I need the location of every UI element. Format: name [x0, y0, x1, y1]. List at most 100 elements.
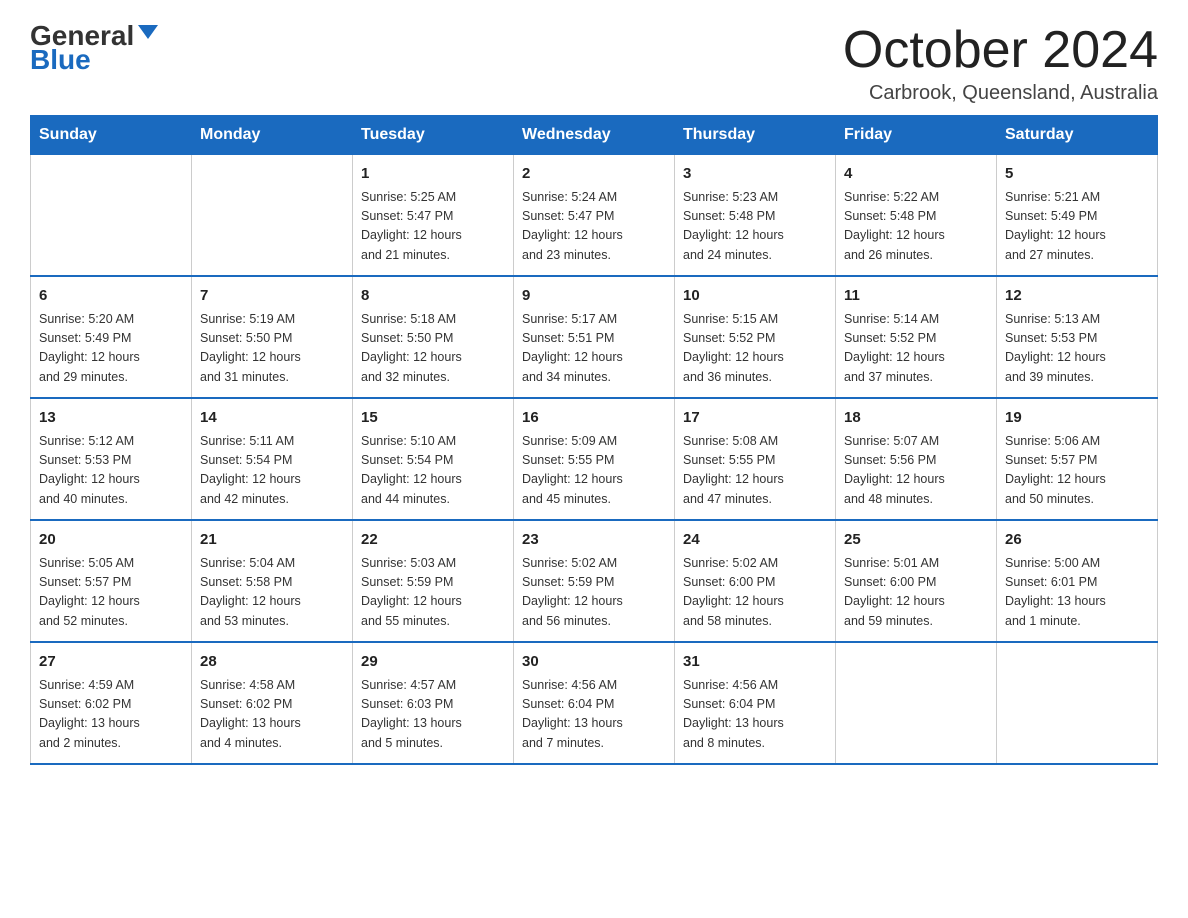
calendar-title: October 2024: [843, 20, 1158, 80]
calendar-table: SundayMondayTuesdayWednesdayThursdayFrid…: [30, 115, 1158, 765]
logo: General Blue: [30, 20, 158, 76]
calendar-week-row: 27Sunrise: 4:59 AM Sunset: 6:02 PM Dayli…: [31, 642, 1158, 764]
calendar-cell: 25Sunrise: 5:01 AM Sunset: 6:00 PM Dayli…: [836, 520, 997, 642]
day-info: Sunrise: 5:02 AM Sunset: 5:59 PM Dayligh…: [522, 554, 666, 632]
calendar-cell: 28Sunrise: 4:58 AM Sunset: 6:02 PM Dayli…: [192, 642, 353, 764]
day-number: 30: [522, 651, 666, 674]
day-info: Sunrise: 5:04 AM Sunset: 5:58 PM Dayligh…: [200, 554, 344, 632]
calendar-cell: 3Sunrise: 5:23 AM Sunset: 5:48 PM Daylig…: [675, 155, 836, 277]
calendar-header-row: SundayMondayTuesdayWednesdayThursdayFrid…: [31, 116, 1158, 155]
day-info: Sunrise: 5:11 AM Sunset: 5:54 PM Dayligh…: [200, 432, 344, 510]
day-number: 15: [361, 407, 505, 430]
calendar-cell: 19Sunrise: 5:06 AM Sunset: 5:57 PM Dayli…: [997, 398, 1158, 520]
day-number: 25: [844, 529, 988, 552]
calendar-cell: 8Sunrise: 5:18 AM Sunset: 5:50 PM Daylig…: [353, 276, 514, 398]
day-info: Sunrise: 5:12 AM Sunset: 5:53 PM Dayligh…: [39, 432, 183, 510]
day-info: Sunrise: 5:00 AM Sunset: 6:01 PM Dayligh…: [1005, 554, 1149, 632]
calendar-cell: 1Sunrise: 5:25 AM Sunset: 5:47 PM Daylig…: [353, 155, 514, 277]
calendar-cell: 2Sunrise: 5:24 AM Sunset: 5:47 PM Daylig…: [514, 155, 675, 277]
day-number: 6: [39, 285, 183, 308]
calendar-cell: 4Sunrise: 5:22 AM Sunset: 5:48 PM Daylig…: [836, 155, 997, 277]
day-info: Sunrise: 5:05 AM Sunset: 5:57 PM Dayligh…: [39, 554, 183, 632]
day-number: 31: [683, 651, 827, 674]
calendar-cell: 7Sunrise: 5:19 AM Sunset: 5:50 PM Daylig…: [192, 276, 353, 398]
day-number: 13: [39, 407, 183, 430]
day-number: 27: [39, 651, 183, 674]
day-number: 18: [844, 407, 988, 430]
calendar-cell: 27Sunrise: 4:59 AM Sunset: 6:02 PM Dayli…: [31, 642, 192, 764]
calendar-cell: [192, 155, 353, 277]
col-header-tuesday: Tuesday: [353, 116, 514, 155]
calendar-cell: 18Sunrise: 5:07 AM Sunset: 5:56 PM Dayli…: [836, 398, 997, 520]
day-info: Sunrise: 5:18 AM Sunset: 5:50 PM Dayligh…: [361, 310, 505, 388]
day-info: Sunrise: 5:08 AM Sunset: 5:55 PM Dayligh…: [683, 432, 827, 510]
col-header-monday: Monday: [192, 116, 353, 155]
day-info: Sunrise: 5:21 AM Sunset: 5:49 PM Dayligh…: [1005, 188, 1149, 266]
day-info: Sunrise: 5:14 AM Sunset: 5:52 PM Dayligh…: [844, 310, 988, 388]
day-info: Sunrise: 4:57 AM Sunset: 6:03 PM Dayligh…: [361, 676, 505, 754]
day-info: Sunrise: 5:24 AM Sunset: 5:47 PM Dayligh…: [522, 188, 666, 266]
day-info: Sunrise: 4:59 AM Sunset: 6:02 PM Dayligh…: [39, 676, 183, 754]
calendar-cell: 14Sunrise: 5:11 AM Sunset: 5:54 PM Dayli…: [192, 398, 353, 520]
day-number: 2: [522, 163, 666, 186]
calendar-cell: 13Sunrise: 5:12 AM Sunset: 5:53 PM Dayli…: [31, 398, 192, 520]
day-info: Sunrise: 5:10 AM Sunset: 5:54 PM Dayligh…: [361, 432, 505, 510]
calendar-week-row: 13Sunrise: 5:12 AM Sunset: 5:53 PM Dayli…: [31, 398, 1158, 520]
calendar-cell: 22Sunrise: 5:03 AM Sunset: 5:59 PM Dayli…: [353, 520, 514, 642]
day-info: Sunrise: 5:01 AM Sunset: 6:00 PM Dayligh…: [844, 554, 988, 632]
col-header-thursday: Thursday: [675, 116, 836, 155]
day-number: 28: [200, 651, 344, 674]
calendar-cell: 29Sunrise: 4:57 AM Sunset: 6:03 PM Dayli…: [353, 642, 514, 764]
calendar-week-row: 1Sunrise: 5:25 AM Sunset: 5:47 PM Daylig…: [31, 155, 1158, 277]
day-info: Sunrise: 4:56 AM Sunset: 6:04 PM Dayligh…: [683, 676, 827, 754]
day-number: 19: [1005, 407, 1149, 430]
calendar-cell: 30Sunrise: 4:56 AM Sunset: 6:04 PM Dayli…: [514, 642, 675, 764]
calendar-cell: 17Sunrise: 5:08 AM Sunset: 5:55 PM Dayli…: [675, 398, 836, 520]
calendar-week-row: 6Sunrise: 5:20 AM Sunset: 5:49 PM Daylig…: [31, 276, 1158, 398]
calendar-cell: 9Sunrise: 5:17 AM Sunset: 5:51 PM Daylig…: [514, 276, 675, 398]
day-number: 10: [683, 285, 827, 308]
day-info: Sunrise: 5:23 AM Sunset: 5:48 PM Dayligh…: [683, 188, 827, 266]
day-info: Sunrise: 5:13 AM Sunset: 5:53 PM Dayligh…: [1005, 310, 1149, 388]
day-number: 9: [522, 285, 666, 308]
day-info: Sunrise: 5:06 AM Sunset: 5:57 PM Dayligh…: [1005, 432, 1149, 510]
day-info: Sunrise: 4:58 AM Sunset: 6:02 PM Dayligh…: [200, 676, 344, 754]
logo-blue-text: Blue: [30, 44, 91, 76]
title-block: October 2024 Carbrook, Queensland, Austr…: [843, 20, 1158, 105]
day-number: 23: [522, 529, 666, 552]
calendar-cell: 12Sunrise: 5:13 AM Sunset: 5:53 PM Dayli…: [997, 276, 1158, 398]
day-number: 7: [200, 285, 344, 308]
calendar-cell: 15Sunrise: 5:10 AM Sunset: 5:54 PM Dayli…: [353, 398, 514, 520]
calendar-cell: 26Sunrise: 5:00 AM Sunset: 6:01 PM Dayli…: [997, 520, 1158, 642]
day-number: 29: [361, 651, 505, 674]
day-info: Sunrise: 5:17 AM Sunset: 5:51 PM Dayligh…: [522, 310, 666, 388]
logo-triangle-icon: [138, 25, 158, 39]
calendar-cell: 11Sunrise: 5:14 AM Sunset: 5:52 PM Dayli…: [836, 276, 997, 398]
calendar-cell: 10Sunrise: 5:15 AM Sunset: 5:52 PM Dayli…: [675, 276, 836, 398]
calendar-cell: 21Sunrise: 5:04 AM Sunset: 5:58 PM Dayli…: [192, 520, 353, 642]
calendar-cell: 20Sunrise: 5:05 AM Sunset: 5:57 PM Dayli…: [31, 520, 192, 642]
page-header: General Blue October 2024 Carbrook, Quee…: [30, 20, 1158, 105]
day-info: Sunrise: 4:56 AM Sunset: 6:04 PM Dayligh…: [522, 676, 666, 754]
day-number: 20: [39, 529, 183, 552]
col-header-wednesday: Wednesday: [514, 116, 675, 155]
day-info: Sunrise: 5:22 AM Sunset: 5:48 PM Dayligh…: [844, 188, 988, 266]
calendar-week-row: 20Sunrise: 5:05 AM Sunset: 5:57 PM Dayli…: [31, 520, 1158, 642]
day-number: 4: [844, 163, 988, 186]
day-info: Sunrise: 5:02 AM Sunset: 6:00 PM Dayligh…: [683, 554, 827, 632]
day-number: 11: [844, 285, 988, 308]
day-info: Sunrise: 5:25 AM Sunset: 5:47 PM Dayligh…: [361, 188, 505, 266]
day-number: 24: [683, 529, 827, 552]
calendar-cell: 24Sunrise: 5:02 AM Sunset: 6:00 PM Dayli…: [675, 520, 836, 642]
calendar-cell: 16Sunrise: 5:09 AM Sunset: 5:55 PM Dayli…: [514, 398, 675, 520]
day-number: 26: [1005, 529, 1149, 552]
day-number: 1: [361, 163, 505, 186]
day-number: 5: [1005, 163, 1149, 186]
day-number: 14: [200, 407, 344, 430]
calendar-cell: 6Sunrise: 5:20 AM Sunset: 5:49 PM Daylig…: [31, 276, 192, 398]
day-info: Sunrise: 5:03 AM Sunset: 5:59 PM Dayligh…: [361, 554, 505, 632]
calendar-cell: 5Sunrise: 5:21 AM Sunset: 5:49 PM Daylig…: [997, 155, 1158, 277]
calendar-cell: 23Sunrise: 5:02 AM Sunset: 5:59 PM Dayli…: [514, 520, 675, 642]
day-number: 3: [683, 163, 827, 186]
day-info: Sunrise: 5:15 AM Sunset: 5:52 PM Dayligh…: [683, 310, 827, 388]
